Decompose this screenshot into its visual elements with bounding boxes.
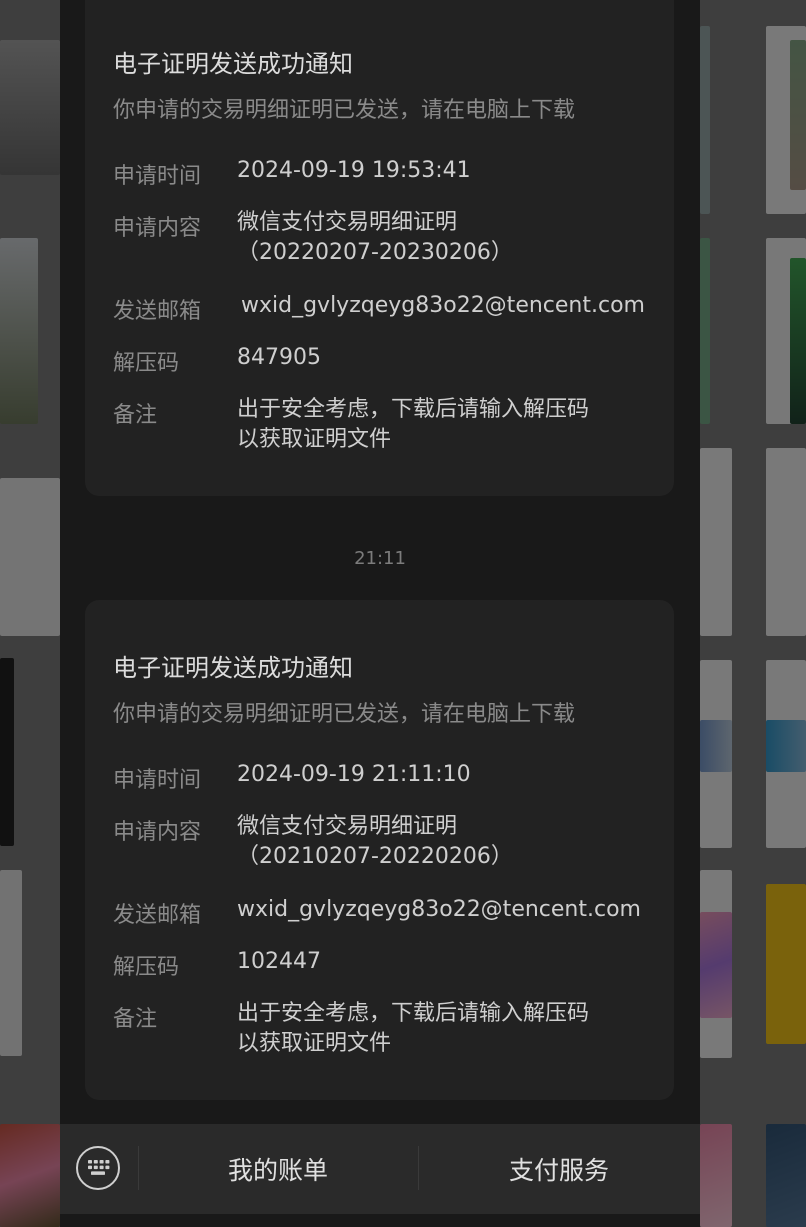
notification-card[interactable]: 电子证明发送成功通知 你申请的交易明细证明已发送，请在电脑上下载 申请时间 20… — [85, 600, 674, 1100]
code-value[interactable]: 102447 — [237, 947, 321, 977]
card-subtitle: 你申请的交易明细证明已发送，请在电脑上下载 — [113, 702, 576, 727]
request-time-label: 申请时间 — [113, 164, 202, 189]
note-value: 出于安全考虑，下载后请输入解压码 以获取证明文件 — [237, 999, 589, 1059]
chat-timestamp: 21:11 — [354, 548, 406, 569]
request-content-line-1: 微信支付交易明细证明 — [237, 210, 458, 235]
note-label: 备注 — [113, 403, 158, 428]
chat-panel[interactable]: 电子证明发送成功通知 你申请的交易明细证明已发送，请在电脑上下载 申请时间 20… — [60, 0, 700, 1227]
email-label: 发送邮箱 — [113, 903, 202, 928]
request-content-value: 微信支付交易明细证明 （20220207-20230206） — [237, 208, 513, 268]
request-content-label: 申请内容 — [113, 216, 202, 241]
card-subtitle: 你申请的交易明细证明已发送，请在电脑上下载 — [113, 98, 576, 123]
bottom-menu-bar: 我的账单 支付服务 — [60, 1124, 700, 1214]
code-label: 解压码 — [113, 955, 180, 980]
email-value[interactable]: wxid_gvlyzqeyg83o22@tencent.com — [237, 895, 641, 925]
payment-service-button[interactable]: 支付服务 — [418, 1124, 700, 1214]
keyboard-icon — [88, 1160, 110, 1175]
note-value: 出于安全考虑，下载后请输入解压码 以获取证明文件 — [237, 395, 589, 455]
request-time-value: 2024-09-19 21:11:10 — [237, 762, 471, 787]
note-line-1: 出于安全考虑，下载后请输入解压码 — [237, 1001, 590, 1026]
code-label: 解压码 — [113, 351, 180, 376]
email-value[interactable]: wxid_gvlyzqeyg83o22@tencent.com — [241, 291, 645, 321]
request-time-label: 申请时间 — [113, 768, 202, 793]
note-line-2: 以获取证明文件 — [237, 427, 392, 452]
note-line-2: 以获取证明文件 — [237, 1031, 392, 1056]
request-content-line-2: （20210207-20220206） — [237, 844, 513, 869]
card-title: 电子证明发送成功通知 — [113, 654, 353, 682]
note-line-1: 出于安全考虑，下载后请输入解压码 — [237, 397, 590, 422]
my-bill-button[interactable]: 我的账单 — [138, 1124, 418, 1214]
request-content-line-2: （20220207-20230206） — [237, 240, 513, 265]
request-content-label: 申请内容 — [113, 820, 202, 845]
keyboard-toggle-button[interactable] — [76, 1146, 120, 1190]
card-title: 电子证明发送成功通知 — [113, 50, 353, 78]
request-content-value: 微信支付交易明细证明 （20210207-20220206） — [237, 812, 513, 872]
email-label: 发送邮箱 — [113, 299, 202, 324]
request-content-line-1: 微信支付交易明细证明 — [237, 814, 458, 839]
code-value[interactable]: 847905 — [237, 343, 321, 373]
notification-card[interactable]: 电子证明发送成功通知 你申请的交易明细证明已发送，请在电脑上下载 申请时间 20… — [85, 0, 674, 496]
request-time-value: 2024-09-19 19:53:41 — [237, 158, 471, 183]
note-label: 备注 — [113, 1007, 158, 1032]
